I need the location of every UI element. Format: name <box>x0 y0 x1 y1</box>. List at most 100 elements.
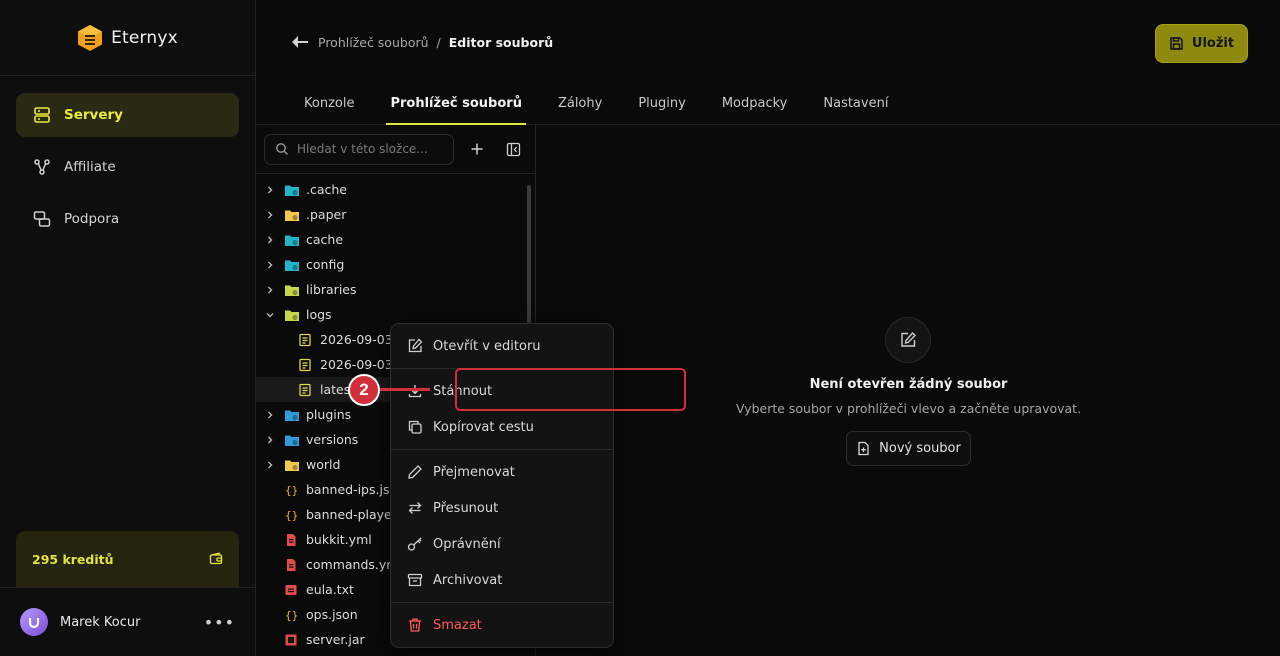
menu-item-open-in-editor[interactable]: Otevřít v editoru <box>391 328 613 364</box>
sidebar-item-label: Servery <box>64 107 123 123</box>
menu-item-rename[interactable]: Přejmenovat <box>391 454 613 490</box>
chevron-right-icon[interactable] <box>256 435 284 445</box>
menu-item-label: Archivovat <box>433 572 503 588</box>
collapse-panel-icon[interactable] <box>500 136 526 162</box>
breadcrumb-current: Editor souborů <box>448 34 554 50</box>
menu-item-label: Otevřít v editoru <box>433 338 541 354</box>
file-icon: {} <box>284 483 304 497</box>
tree-item-label: .cache <box>306 182 347 197</box>
file-icon <box>298 358 318 372</box>
tree-item-label: versions <box>306 432 359 447</box>
tab-prohlizec[interactable]: Prohlížeč souborů <box>372 82 539 125</box>
menu-item-move[interactable]: Přesunout <box>391 490 613 526</box>
search-input[interactable] <box>297 142 437 156</box>
pencil-icon <box>408 465 422 479</box>
file-icon <box>284 583 304 597</box>
tree-item-label: cache <box>306 232 344 247</box>
edit-icon <box>885 317 931 363</box>
save-button[interactable]: Uložit <box>1155 24 1248 63</box>
chevron-right-icon[interactable] <box>256 185 284 195</box>
key-icon <box>407 537 422 551</box>
tree-item-label: ops.json <box>306 607 358 622</box>
chevron-right-icon[interactable] <box>256 410 284 420</box>
chevron-down-icon[interactable] <box>256 310 284 320</box>
folder-icon <box>284 208 304 222</box>
search-box[interactable] <box>264 133 454 165</box>
file-icon <box>284 633 304 647</box>
menu-item-label: Kopírovat cestu <box>433 419 534 435</box>
more-icon[interactable]: ••• <box>204 613 235 632</box>
copy-icon <box>408 420 422 434</box>
sidebar-item-affiliate[interactable]: Affiliate <box>16 145 239 189</box>
folder-icon <box>284 233 304 247</box>
tree-item-label: config <box>306 257 345 272</box>
back-arrow-icon[interactable] <box>290 34 310 50</box>
support-icon <box>33 211 51 227</box>
add-icon[interactable] <box>464 136 490 162</box>
tree-folder[interactable]: cache <box>256 227 526 252</box>
logo-icon <box>78 24 103 51</box>
file-toolbar <box>256 125 535 174</box>
file-icon <box>284 558 304 572</box>
server-icon <box>34 107 50 123</box>
tree-item-label: logs <box>306 307 332 322</box>
tab-pluginy[interactable]: Pluginy <box>620 82 704 124</box>
chevron-right-icon[interactable] <box>256 260 284 270</box>
tree-item-label: .paper <box>306 207 347 222</box>
folder-icon <box>284 183 304 197</box>
menu-item-delete[interactable]: Smazat <box>391 607 613 643</box>
folder-icon <box>284 458 304 472</box>
annotation-connector <box>378 388 430 391</box>
tab-konzole[interactable]: Konzole <box>304 82 372 124</box>
move-icon <box>408 502 422 514</box>
tree-folder[interactable]: config <box>256 252 526 277</box>
chevron-right-icon[interactable] <box>256 210 284 220</box>
credits-amount: 295 kreditů <box>32 551 114 567</box>
tree-item-label: commands.ym <box>306 557 399 572</box>
sidebar-nav: Servery Affiliate Podpora <box>0 76 255 241</box>
scroll-thumb[interactable] <box>527 185 531 335</box>
brand[interactable]: Eternyx <box>0 0 255 76</box>
tab-modpacky[interactable]: Modpacky <box>704 82 806 124</box>
trash-icon <box>409 618 421 632</box>
tree-folder[interactable]: .paper <box>256 202 526 227</box>
chevron-right-icon[interactable] <box>256 460 284 470</box>
file-icon: {} <box>284 608 304 622</box>
breadcrumb: Prohlížeč souborů / Editor souborů <box>290 34 553 50</box>
tab-zalohy[interactable]: Zálohy <box>540 82 620 124</box>
tree-folder[interactable]: .cache <box>256 177 526 202</box>
breadcrumb-parent[interactable]: Prohlížeč souborů <box>318 35 429 50</box>
file-icon <box>284 533 304 547</box>
tabs: Konzole Prohlížeč souborů Zálohy Pluginy… <box>304 82 906 125</box>
sidebar: Eternyx Servery Affiliate Podpora 295 kr… <box>0 0 256 656</box>
user-menu[interactable]: Marek Kocur ••• <box>0 587 255 656</box>
save-icon <box>1170 37 1183 50</box>
menu-item-permissions[interactable]: Oprávnění <box>391 526 613 562</box>
tree-item-label: bukkit.yml <box>306 532 372 547</box>
svg-text:{}: {} <box>285 609 298 622</box>
chevron-right-icon[interactable] <box>256 285 284 295</box>
avatar <box>20 608 48 636</box>
tree-item-label: world <box>306 457 341 472</box>
annotation-badge: 2 <box>348 374 380 406</box>
svg-text:{}: {} <box>285 484 298 497</box>
tree-item-label: 2026-09-03- <box>320 332 398 347</box>
menu-item-label: Přesunout <box>433 500 499 516</box>
menu-item-label: Přejmenovat <box>433 464 515 480</box>
new-file-button[interactable]: Nový soubor <box>846 431 971 466</box>
menu-item-copy-path[interactable]: Kopírovat cestu <box>391 409 613 445</box>
menu-item-archive[interactable]: Archivovat <box>391 562 613 598</box>
sidebar-item-servery[interactable]: Servery <box>16 93 239 137</box>
chevron-right-icon[interactable] <box>256 235 284 245</box>
search-icon <box>276 143 288 155</box>
header: Prohlížeč souborů / Editor souborů Uloži… <box>256 0 1280 125</box>
user-name: Marek Kocur <box>60 614 141 630</box>
tree-folder[interactable]: libraries <box>256 277 526 302</box>
save-label: Uložit <box>1191 36 1235 51</box>
divider <box>391 602 613 603</box>
tab-nastaveni[interactable]: Nastavení <box>805 82 906 124</box>
credits-card[interactable]: 295 kreditů <box>16 531 239 587</box>
sidebar-item-podpora[interactable]: Podpora <box>16 197 239 241</box>
download-icon <box>408 385 422 398</box>
folder-icon <box>284 408 304 422</box>
